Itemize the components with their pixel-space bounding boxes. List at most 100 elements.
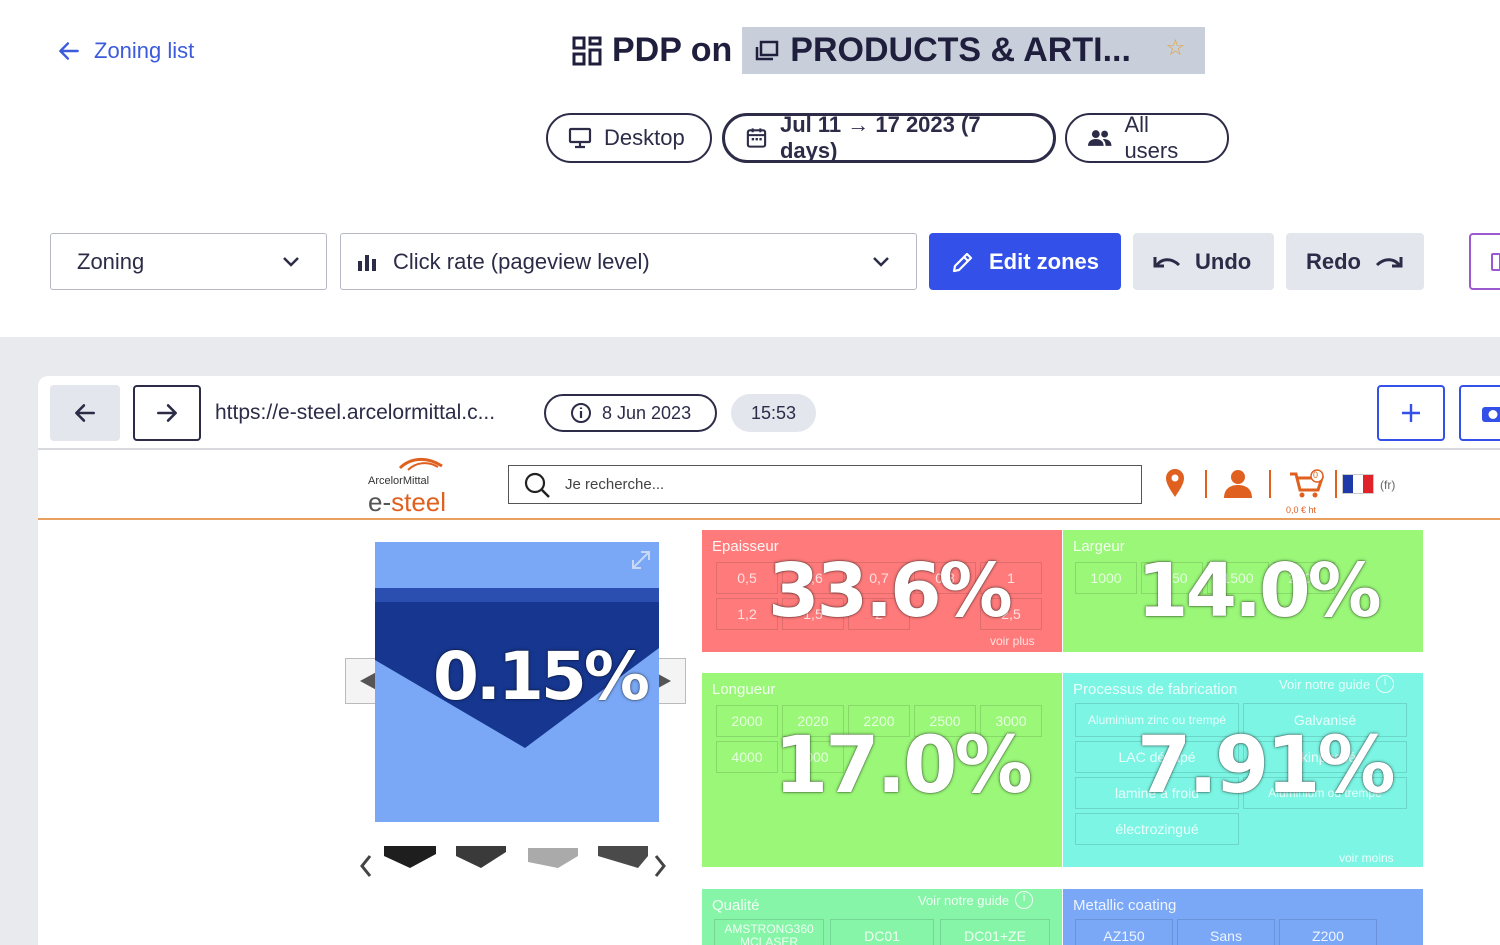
browser-back-button[interactable] [50, 385, 120, 441]
page-title: PDP on PRODUCTS & ARTI... ☆ [572, 27, 1206, 74]
filter-chip[interactable]: DC01+ZE [940, 919, 1050, 945]
logo-top-text: ArcelorMittal [368, 475, 430, 487]
filter-chip[interactable]: électrozingué [1075, 813, 1239, 845]
search-icon [524, 472, 550, 498]
star-icon[interactable]: ☆ [1166, 35, 1186, 61]
copy-icon [1491, 253, 1500, 271]
thumbnail-strip [360, 846, 666, 877]
page-url: https://e-steel.arcelormittal.c... [215, 401, 496, 424]
date-range-label: Jul 11 → 17 2023 (7 days) [779, 112, 981, 163]
language-code: (fr) [1380, 478, 1396, 492]
header-divider [1335, 470, 1337, 498]
browser-forward-button[interactable] [133, 385, 201, 441]
monitor-icon [568, 127, 592, 149]
zone-processus[interactable]: Processus de fabrication Voir notre guid… [1063, 673, 1423, 867]
filter-chip[interactable]: 1000 [1075, 562, 1137, 594]
filter-chip[interactable]: AMSTRONG360 MCLASER [714, 919, 824, 945]
edit-zones-label: Edit zones [989, 248, 1100, 274]
zone-click-rate: 17.0% [774, 721, 1033, 811]
date-range-filter[interactable]: Jul 11 → 17 2023 (7 days) [722, 112, 1056, 163]
user-account-icon[interactable] [1222, 468, 1254, 498]
cart-badge: 0 [1313, 470, 1319, 480]
add-zone-button[interactable] [1377, 385, 1445, 441]
filter-chip[interactable]: AZ150 [1075, 919, 1173, 945]
info-icon: i [1376, 675, 1395, 693]
calendar-icon [746, 128, 767, 148]
zone-metallic-coating[interactable]: Metallic coating AZ150 Sans Z200 [1063, 889, 1423, 945]
site-logo[interactable]: ArcelorMittal e-steel [368, 454, 458, 518]
cart-icon[interactable] [1288, 468, 1326, 500]
zone-qualite[interactable]: Qualité Voir notre guide i AMSTRONG360 M… [702, 889, 1062, 945]
site-search-placeholder: Je recherche... [565, 476, 665, 493]
undo-label: Undo [1195, 248, 1252, 274]
filter-chip[interactable]: Z200 [1279, 919, 1377, 945]
device-filter[interactable]: Desktop [546, 113, 712, 163]
screenshot-button[interactable] [1459, 385, 1500, 441]
filter-chip[interactable]: Sans [1177, 919, 1275, 945]
filter-chip[interactable]: 4000 [716, 741, 778, 773]
snapshot-date[interactable]: 8 Jun 2023 [544, 394, 717, 432]
expand-icon [632, 551, 650, 569]
zone-click-rate: 33.6% [768, 548, 1013, 634]
zone-title: Longueur [712, 681, 776, 698]
zone-largeur[interactable]: Largeur 1000 1250 1500 2000 14.0% [1063, 530, 1423, 652]
more-options-button[interactable] [1469, 233, 1500, 290]
metric-select[interactable]: Click rate (pageview level) [340, 233, 917, 290]
filter-chip[interactable]: DC01 [830, 919, 934, 945]
title-prefix-text: PDP on [612, 31, 733, 69]
logo-main-text: e-steel [368, 487, 447, 517]
arrow-right-icon [157, 404, 177, 422]
zone-title: Metallic coating [1073, 897, 1177, 914]
undo-button[interactable]: Undo [1133, 233, 1274, 290]
pencil-icon [952, 252, 973, 272]
segment-label: All users [1124, 112, 1179, 163]
redo-icon [1375, 256, 1403, 267]
edit-zones-button[interactable]: Edit zones [929, 233, 1121, 290]
camera-icon [1482, 407, 1500, 422]
site-search-input[interactable]: Je recherche... [508, 465, 1142, 504]
chevron-down-icon [873, 256, 889, 267]
zone-title: Largeur [1073, 538, 1125, 555]
plus-icon [1402, 404, 1420, 422]
mode-select[interactable]: Zoning [50, 233, 327, 290]
zone-click-rate: 0.15% [433, 638, 650, 715]
cart-amount: 0,0 € ht [1286, 505, 1317, 515]
zone-title: Qualité [712, 897, 760, 914]
info-icon: i [1015, 891, 1034, 909]
guide-link[interactable]: Voir notre guide i [918, 891, 1034, 909]
see-less-link[interactable]: voir moins [1339, 851, 1394, 865]
zone-click-rate: 14.0% [1137, 548, 1382, 634]
segment-filter[interactable]: All users [1065, 112, 1229, 163]
zone-product-image[interactable]: 0.15% [375, 542, 659, 822]
zone-click-rate: 7.91% [1137, 721, 1396, 811]
filter-chip[interactable]: 2000 [716, 705, 778, 737]
info-icon [571, 403, 591, 423]
zone-epaisseur[interactable]: Epaisseur 0,5 0,6 0,7 0,8 1 1,2 1,5 2 2,… [702, 530, 1062, 652]
arcelormittal-logo-icon [398, 458, 443, 471]
arrow-left-icon [59, 42, 79, 60]
zone-longueur[interactable]: Longueur 2000 2020 2200 2500 3000 4000 6… [702, 673, 1062, 867]
page-group-tag[interactable]: PRODUCTS & ARTI... ☆ [742, 27, 1206, 74]
redo-label: Redo [1306, 248, 1361, 274]
snapshot-time: 15:53 [731, 394, 817, 432]
page-group-icon [756, 40, 779, 60]
undo-icon [1153, 256, 1181, 267]
device-filter-label: Desktop [604, 125, 685, 150]
grid-icon [572, 36, 602, 65]
header-divider [1205, 470, 1207, 498]
snapshot-date-label: 8 Jun 2023 [602, 402, 692, 423]
page-group-name: PRODUCTS & ARTI... [790, 31, 1131, 69]
mode-select-value: Zoning [77, 248, 145, 274]
zone-title: Processus de fabrication [1073, 681, 1238, 698]
zoning-list-label: Zoning list [94, 38, 195, 63]
redo-button[interactable]: Redo [1286, 233, 1424, 290]
france-flag-icon[interactable] [1342, 474, 1374, 494]
users-icon [1087, 130, 1112, 146]
chevron-down-icon [283, 256, 299, 267]
location-pin-icon[interactable] [1164, 468, 1186, 498]
see-more-link[interactable]: voir plus [990, 634, 1035, 648]
zoning-list-link[interactable]: Zoning list [56, 38, 194, 64]
metric-select-value: Click rate (pageview level) [393, 248, 650, 274]
bar-chart-icon [358, 254, 376, 271]
guide-link[interactable]: Voir notre guide i [1279, 675, 1395, 693]
